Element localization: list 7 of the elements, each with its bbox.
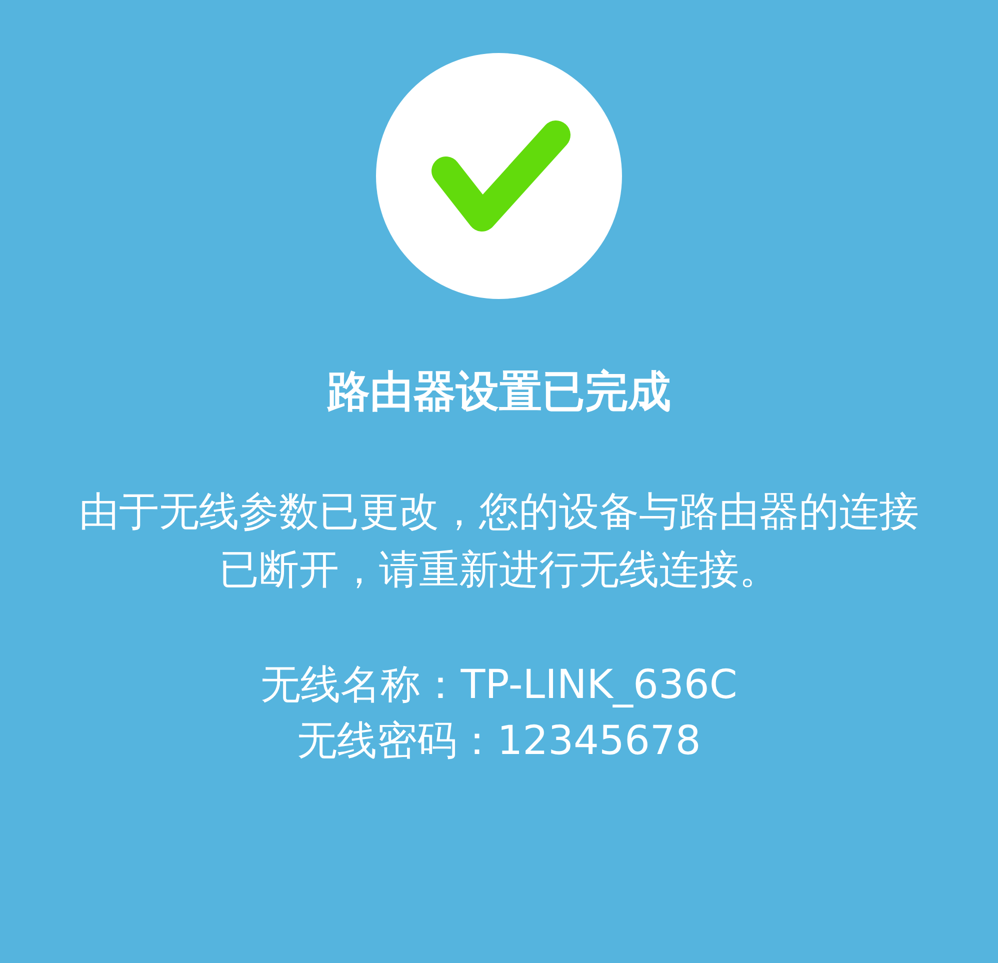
status-title: 路由器设置已完成: [327, 366, 671, 418]
check-icon: [376, 53, 622, 299]
status-message: 由于无线参数已更改，您的设备与路由器的连接已断开，请重新进行无线连接。: [78, 488, 920, 595]
info-value: TP-LINK_636C: [460, 661, 738, 710]
info-value: 12345678: [497, 717, 701, 766]
info-label: 无线名称：: [260, 661, 461, 710]
info-label: 无线密码：: [297, 717, 498, 766]
